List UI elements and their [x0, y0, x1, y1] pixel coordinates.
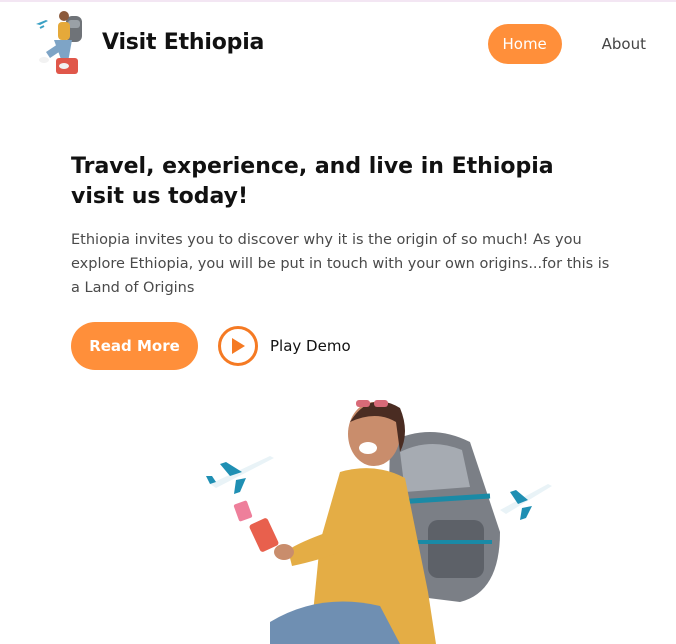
read-more-button[interactable]: Read More — [71, 322, 198, 370]
traveler-logo — [34, 8, 92, 76]
play-demo-label: Play Demo — [270, 337, 351, 355]
nav-about-link[interactable]: About — [602, 35, 646, 53]
play-circle-icon[interactable] — [218, 326, 258, 366]
hero-title: Travel, experience, and live in Ethiopia… — [71, 154, 554, 209]
play-demo-button[interactable]: Play Demo — [218, 326, 351, 366]
top-border — [0, 0, 676, 2]
airplane-icon — [206, 456, 274, 494]
airplane-icon — [500, 484, 552, 520]
brand-title: Visit Ethiopia — [102, 29, 265, 55]
nav-home-button[interactable]: Home — [487, 24, 562, 64]
hero-actions: Read More Play Demo — [71, 322, 351, 370]
hero-section: Travel, experience, and live in Ethiopia… — [71, 152, 611, 300]
hero-description: Ethiopia invites you to discover why it … — [71, 232, 610, 296]
traveler-illustration — [200, 392, 560, 644]
brand[interactable]: Visit Ethiopia — [34, 8, 264, 76]
main-nav: Home About — [487, 24, 646, 64]
